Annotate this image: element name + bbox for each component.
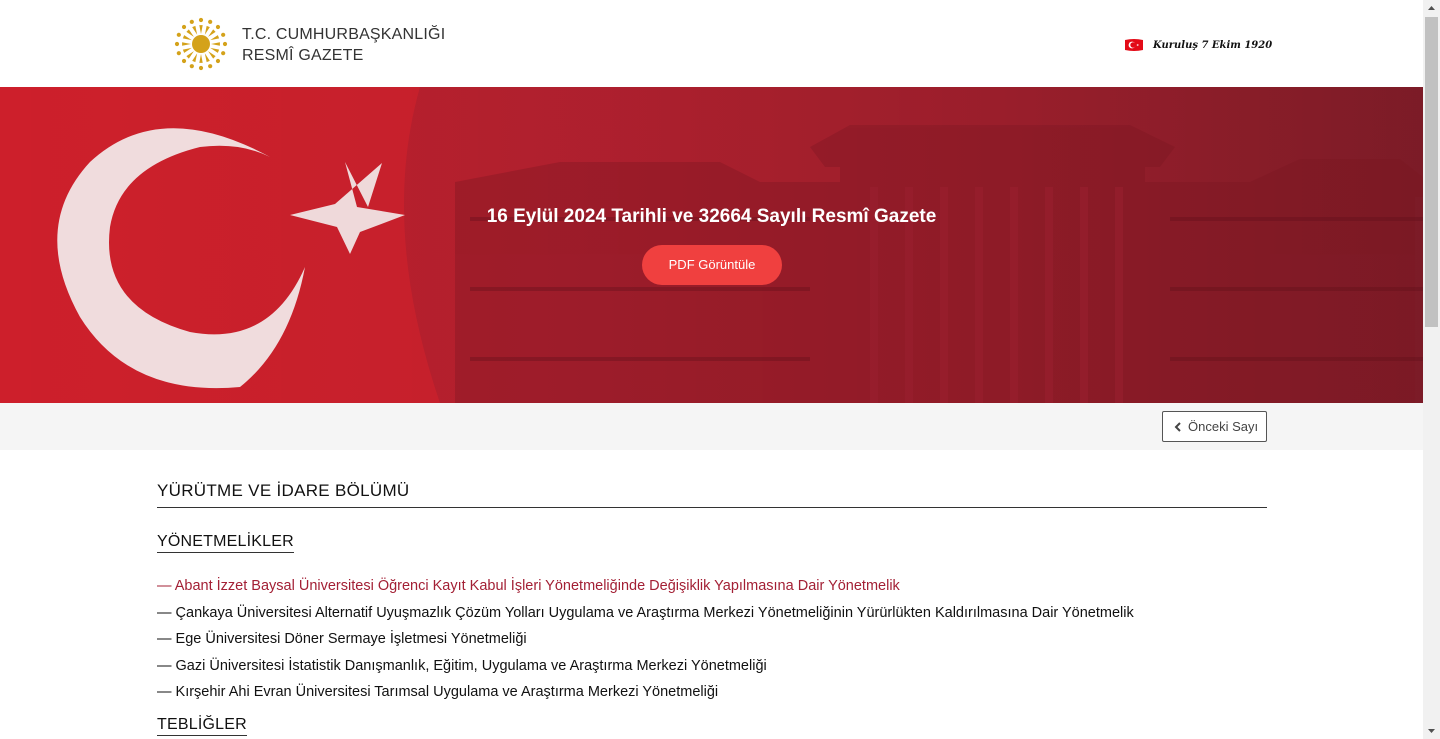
chevron-left-icon <box>1174 421 1181 432</box>
logo-line-1: T.C. CUMHURBAŞKANLIĞI <box>242 26 446 43</box>
section-title: YÜRÜTME VE İDARE BÖLÜMÜ <box>157 481 410 500</box>
site-header: T.C. CUMHURBAŞKANLIĞI RESMÎ GAZETE Kurul… <box>0 0 1423 87</box>
founded-text: Kuruluş 7 Ekim 1920 <box>1153 39 1273 51</box>
previous-issue-label: Önceki Sayı <box>1188 419 1259 434</box>
list-item[interactable]: — Abant İzzet Baysal Üniversitesi Öğrenc… <box>157 573 1267 600</box>
hero-banner: 16 Eylül 2024 Tarihli ve 32664 Sayılı Re… <box>0 87 1423 403</box>
list-item[interactable]: — Ege Üniversitesi Döner Sermaye İşletme… <box>157 626 1267 653</box>
scrollbar-thumb[interactable] <box>1425 17 1438 327</box>
previous-issue-button[interactable]: Önceki Sayı <box>1162 411 1267 442</box>
subsection-title-communiques: TEBLİĞLER <box>157 716 247 736</box>
vertical-scrollbar[interactable] <box>1423 0 1440 739</box>
turkish-flag-icon <box>1125 39 1143 51</box>
logo-line-2: RESMÎ GAZETE <box>242 47 364 64</box>
list-item[interactable]: — Çankaya Üniversitesi Alternatif Uyuşma… <box>157 600 1267 627</box>
list-item[interactable]: — Gazi Üniversitesi İstatistik Danışmanl… <box>157 653 1267 680</box>
founded-badge: Kuruluş 7 Ekim 1920 <box>1124 38 1272 52</box>
pdf-view-button[interactable]: PDF Görüntüle <box>642 245 782 285</box>
regulations-list: — Abant İzzet Baysal Üniversitesi Öğrenc… <box>157 573 1267 706</box>
page: T.C. CUMHURBAŞKANLIĞI RESMÎ GAZETE Kurul… <box>0 0 1423 739</box>
gazette-title: 16 Eylül 2024 Tarihli ve 32664 Sayılı Re… <box>486 206 937 227</box>
scroll-down-arrow-icon[interactable] <box>1423 722 1440 739</box>
presidential-emblem-icon[interactable] <box>171 14 231 74</box>
site-logo-text[interactable]: T.C. CUMHURBAŞKANLIĞI RESMÎ GAZETE <box>242 24 445 66</box>
issue-navigation: Önceki Sayı <box>0 403 1423 450</box>
list-item[interactable]: — Kırşehir Ahi Evran Üniversitesi Tarıms… <box>157 679 1267 706</box>
subsection-title-regulations: YÖNETMELİKLER <box>157 533 294 553</box>
scroll-up-arrow-icon[interactable] <box>1423 0 1440 17</box>
section-divider <box>157 507 1267 508</box>
